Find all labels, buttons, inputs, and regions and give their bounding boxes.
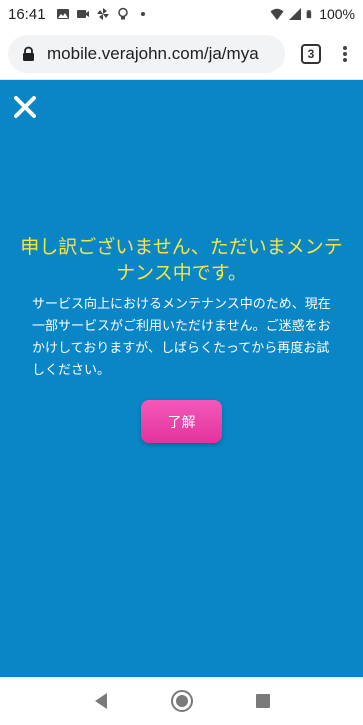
battery-icon [306, 10, 312, 19]
status-right: 100% [270, 6, 355, 22]
lightbulb-icon [117, 7, 128, 20]
signal-icon [289, 8, 302, 20]
back-icon[interactable] [89, 689, 113, 713]
browser-toolbar: mobile.verajohn.com/ja/mya 3 [0, 28, 363, 80]
maintenance-headline: 申し訳ございません、ただいまメンテナンス中です。 [20, 236, 343, 284]
status-bar: 16:41 100% [0, 0, 363, 28]
battery-percent: 100% [319, 6, 355, 22]
photo-icon [56, 9, 69, 19]
status-time: 16:41 [8, 5, 46, 23]
address-bar[interactable]: mobile.verajohn.com/ja/mya [8, 34, 285, 73]
url-text: mobile.verajohn.com/ja/mya [47, 43, 259, 63]
wifi-icon [270, 8, 284, 20]
recents-icon[interactable] [251, 689, 275, 713]
home-icon[interactable] [170, 689, 194, 713]
system-nav-bar [0, 677, 363, 725]
maintenance-message: サービス向上におけるメンテナンス中のため、現在一部サービスがご利用いただけません… [32, 297, 331, 378]
pinwheel-icon [96, 8, 109, 20]
notification-icons [56, 7, 150, 21]
more-vert-icon[interactable] [335, 42, 355, 66]
dot-icon [140, 12, 145, 16]
tab-switcher-button[interactable]: 3 [301, 43, 321, 64]
ok-button[interactable]: 了解 [141, 400, 222, 443]
close-icon[interactable] [12, 94, 38, 120]
lock-icon [23, 46, 34, 61]
maintenance-dialog: 申し訳ございません、ただいまメンテナンス中です。 サービス向上におけるメンテナン… [0, 80, 363, 677]
video-icon [76, 10, 89, 18]
